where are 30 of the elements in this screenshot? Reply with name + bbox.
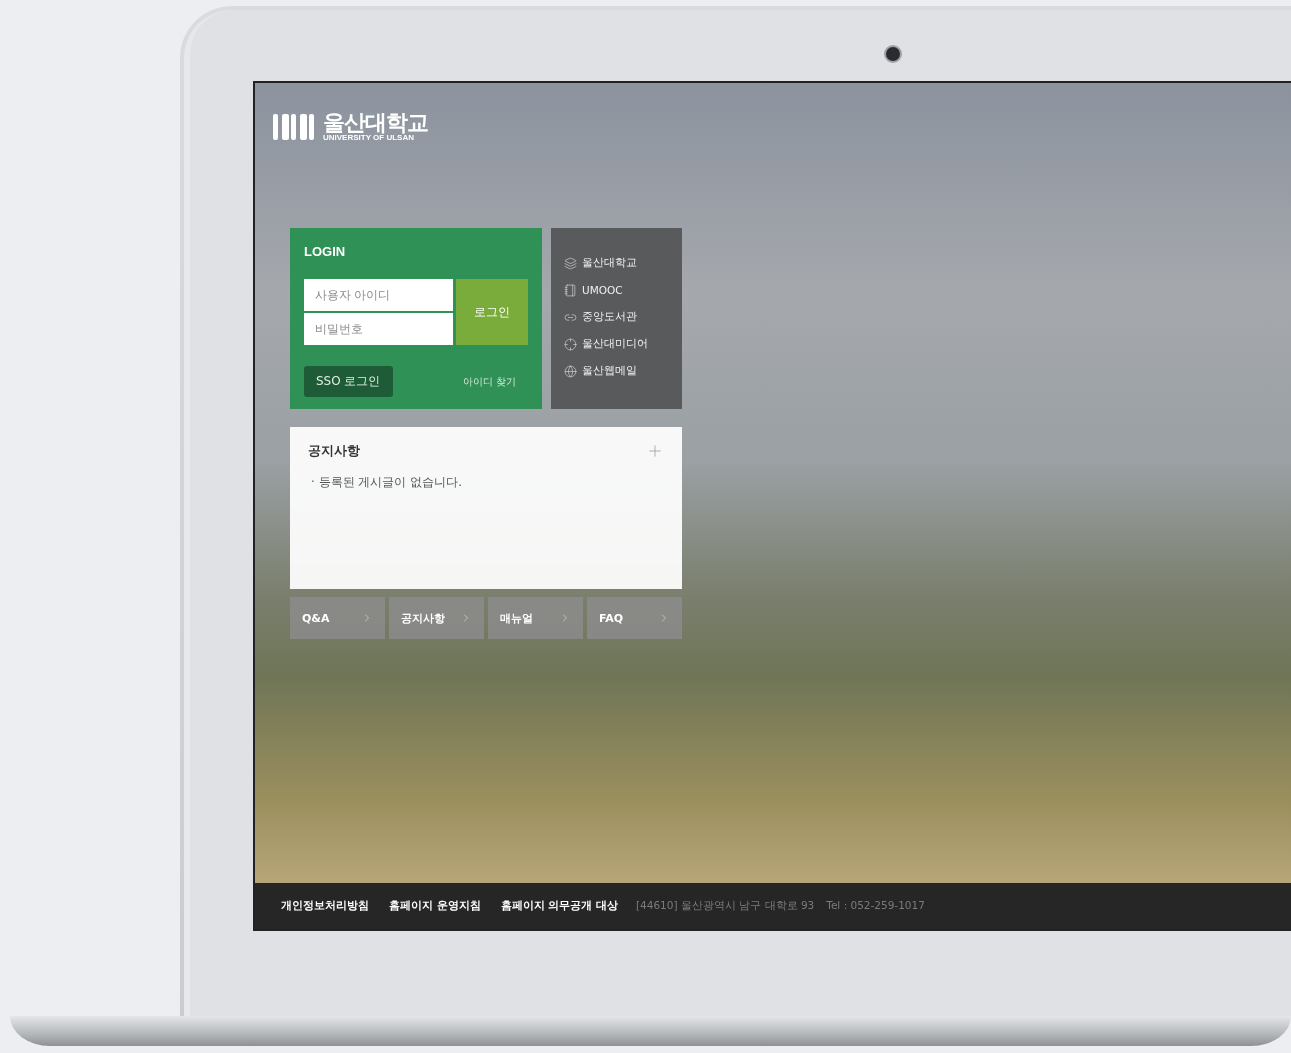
footer-phone: Tel : 052-259-1017 (826, 899, 925, 913)
quick-link[interactable]: FAQ (587, 597, 682, 639)
logo-name: 울산대학교 (323, 112, 428, 134)
camera-icon (884, 45, 902, 63)
logo-subtitle: UNIVERSITY OF ULSAN (323, 134, 414, 142)
notice-title: 공지사항 (308, 442, 360, 460)
crosshair-icon (564, 337, 577, 351)
login-title: LOGIN (304, 244, 347, 259)
sso-login-button[interactable]: SSO 로그인 (304, 366, 393, 397)
footer-link[interactable]: 홈페이지 운영지침 (389, 899, 481, 913)
layers-icon (564, 256, 577, 270)
notice-item: · 등록된 게시글이 없습니다. (310, 474, 464, 491)
quick-link[interactable]: Q&A (290, 597, 385, 639)
site-link[interactable]: 울산대학교 (564, 254, 674, 272)
quick-link[interactable]: 공지사항 (389, 597, 484, 639)
plus-icon[interactable] (646, 442, 664, 460)
site-link[interactable]: 울산웹메일 (564, 362, 674, 380)
site-link[interactable]: 울산대미디어 (564, 335, 674, 353)
logo-bars-icon (273, 113, 317, 141)
footer-link[interactable]: 홈페이지 의무공개 대상 (500, 899, 618, 913)
notebook-icon (564, 283, 577, 297)
globe-icon (564, 364, 577, 378)
footer-link[interactable]: 개인정보처리방침 (281, 899, 369, 913)
site-link[interactable]: UMOOC (564, 281, 674, 299)
site-link[interactable]: 중앙도서관 (564, 308, 674, 326)
quick-link[interactable]: 매뉴얼 (488, 597, 583, 639)
user-id-field[interactable]: 사용자 아이디 (304, 279, 453, 311)
find-id-link[interactable]: 아이디 찾기 (462, 374, 516, 389)
footer-address: [44610] 울산광역시 남구 대학로 93 (635, 899, 815, 913)
password-field[interactable]: 비밀번호 (304, 313, 453, 345)
